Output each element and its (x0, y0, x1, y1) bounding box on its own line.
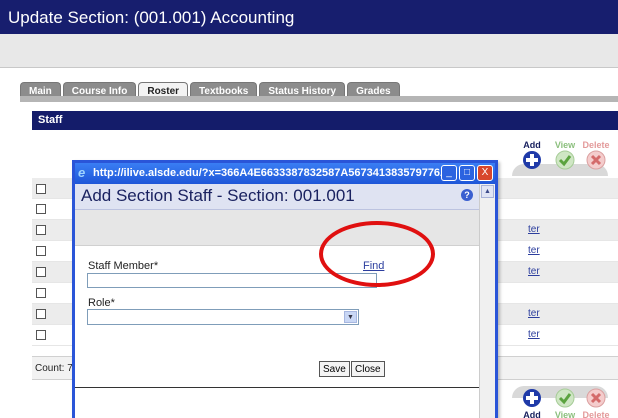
delete-button-bottom[interactable]: Delete (580, 388, 612, 418)
delete-label: Delete (582, 410, 610, 418)
plus-icon (522, 388, 542, 408)
plus-icon (522, 150, 542, 170)
browser-icon: e (78, 165, 86, 180)
row-count: Count: 7 (35, 363, 73, 374)
row-checkbox[interactable] (36, 225, 46, 235)
add-label: Add (523, 410, 541, 418)
minimize-button[interactable]: _ (441, 165, 457, 181)
staff-member-label: Staff Member* (88, 260, 159, 272)
add-label: Add (523, 140, 541, 150)
row-checkbox[interactable] (36, 246, 46, 256)
row-checkbox[interactable] (36, 309, 46, 319)
row-link[interactable]: ter (528, 308, 540, 319)
select-all-checkbox[interactable] (36, 184, 46, 194)
delete-button-top[interactable]: Delete (580, 140, 612, 172)
popup-scrollbar[interactable]: ▲ (479, 184, 495, 418)
view-button-bottom[interactable]: View (552, 388, 578, 418)
view-label: View (554, 410, 576, 418)
checkmark-icon (555, 150, 575, 170)
chevron-down-icon: ▼ (344, 311, 357, 323)
help-icon[interactable]: ? (461, 189, 473, 201)
add-staff-popup: e http://ilive.alsde.edu/?x=366A4E663338… (72, 160, 498, 418)
row-link[interactable]: ter (528, 245, 540, 256)
add-button-top[interactable]: Add (520, 140, 544, 172)
row-checkbox[interactable] (36, 288, 46, 298)
save-button[interactable]: Save (319, 361, 350, 377)
close-window-button[interactable]: X (477, 165, 493, 181)
row-link[interactable]: ter (528, 224, 540, 235)
highlight-circle (319, 221, 435, 287)
popup-divider (75, 387, 479, 388)
row-link[interactable]: ter (528, 329, 540, 340)
row-checkbox[interactable] (36, 330, 46, 340)
toolbar-band (0, 34, 618, 68)
close-button[interactable]: Close (351, 361, 385, 377)
popup-header: Add Section Staff - Section: 001.001 ? (75, 184, 495, 210)
row-link[interactable]: ter (528, 266, 540, 277)
scroll-up-icon[interactable]: ▲ (481, 185, 494, 198)
maximize-button[interactable]: □ (459, 165, 475, 181)
row-checkbox[interactable] (36, 267, 46, 277)
tab-underline (20, 96, 618, 102)
popup-url: http://ilive.alsde.edu/?x=366A4E66333878… (93, 167, 458, 179)
delete-x-icon (586, 150, 606, 170)
role-label: Role* (88, 297, 115, 309)
view-label: View (554, 140, 576, 150)
role-select[interactable]: ▼ (87, 309, 359, 325)
popup-title: Add Section Staff - Section: 001.001 (81, 186, 355, 205)
delete-x-icon (586, 388, 606, 408)
add-button-bottom[interactable]: Add (520, 388, 544, 418)
page-title: Update Section: (001.001) Accounting (0, 0, 618, 34)
staff-section-header: Staff (32, 111, 618, 130)
row-checkbox[interactable] (36, 204, 46, 214)
delete-label: Delete (582, 140, 610, 150)
checkmark-icon (555, 388, 575, 408)
view-button-top[interactable]: View (552, 140, 578, 172)
popup-titlebar[interactable]: e http://ilive.alsde.edu/?x=366A4E663338… (75, 163, 495, 184)
